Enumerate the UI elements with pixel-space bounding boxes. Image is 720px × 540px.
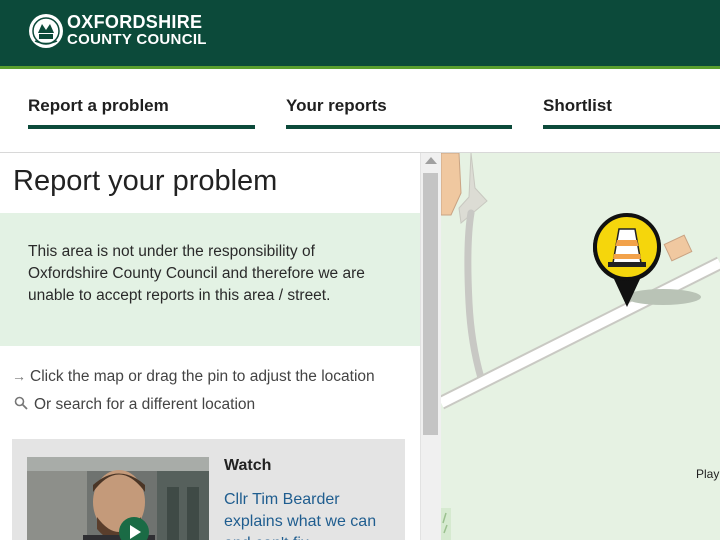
sidebar-panel: Report your problem This area is not und… <box>0 153 420 540</box>
page-title: Report your problem <box>13 165 278 197</box>
arrow-right-icon: → <box>12 368 26 384</box>
map-canvas <box>441 153 720 540</box>
nav-shortlist[interactable]: Shortlist <box>543 96 612 116</box>
council-name-line2: COUNTY COUNCIL <box>67 31 207 48</box>
sidebar-scrollbar[interactable] <box>420 153 441 540</box>
map-place-label: Play <box>696 467 720 481</box>
council-name-line1: OXFORDSHIRE <box>67 12 203 32</box>
video-heading: Watch <box>224 457 272 474</box>
play-icon <box>130 525 141 539</box>
map-view[interactable]: Play <box>441 153 720 540</box>
responsibility-notice: This area is not under the responsibilit… <box>0 213 420 346</box>
hint-adjust-location: → Click the map or drag the pin to adjust… <box>12 368 375 386</box>
play-button[interactable] <box>119 517 149 540</box>
main-nav: Report a problem Your reports Shortlist <box>0 69 720 153</box>
scroll-thumb[interactable] <box>423 173 438 435</box>
hint-search-text: Or search for a different location <box>34 396 256 413</box>
nav-your-reports[interactable]: Your reports <box>286 96 387 116</box>
search-icon <box>14 396 28 410</box>
nav-underline-shortlist <box>543 125 720 129</box>
scroll-up-arrow-icon[interactable] <box>425 157 437 164</box>
video-thumbnail-image <box>27 457 209 540</box>
hint-adjust-text: Click the map or drag the pin to adjust … <box>30 368 375 385</box>
council-name[interactable]: OXFORDSHIRE COUNTY COUNCIL <box>67 12 207 48</box>
site-header: OXFORDSHIRE COUNTY COUNCIL <box>0 0 720 69</box>
search-different-location-link[interactable]: Or search for a different location <box>12 396 255 414</box>
council-crest-logo[interactable] <box>28 13 64 49</box>
video-description-link[interactable]: Cllr Tim Bearder explains what we can an… <box>224 489 394 540</box>
notice-text: This area is not under the responsibilit… <box>28 243 365 304</box>
video-thumbnail[interactable] <box>27 457 209 540</box>
nav-underline-report <box>28 125 255 129</box>
nav-report-a-problem[interactable]: Report a problem <box>28 96 169 116</box>
nav-underline-your-reports <box>286 125 512 129</box>
roadworks-cone-icon[interactable] <box>589 209 665 311</box>
video-card: Watch Cllr Tim Bearder explains what we … <box>12 439 405 540</box>
